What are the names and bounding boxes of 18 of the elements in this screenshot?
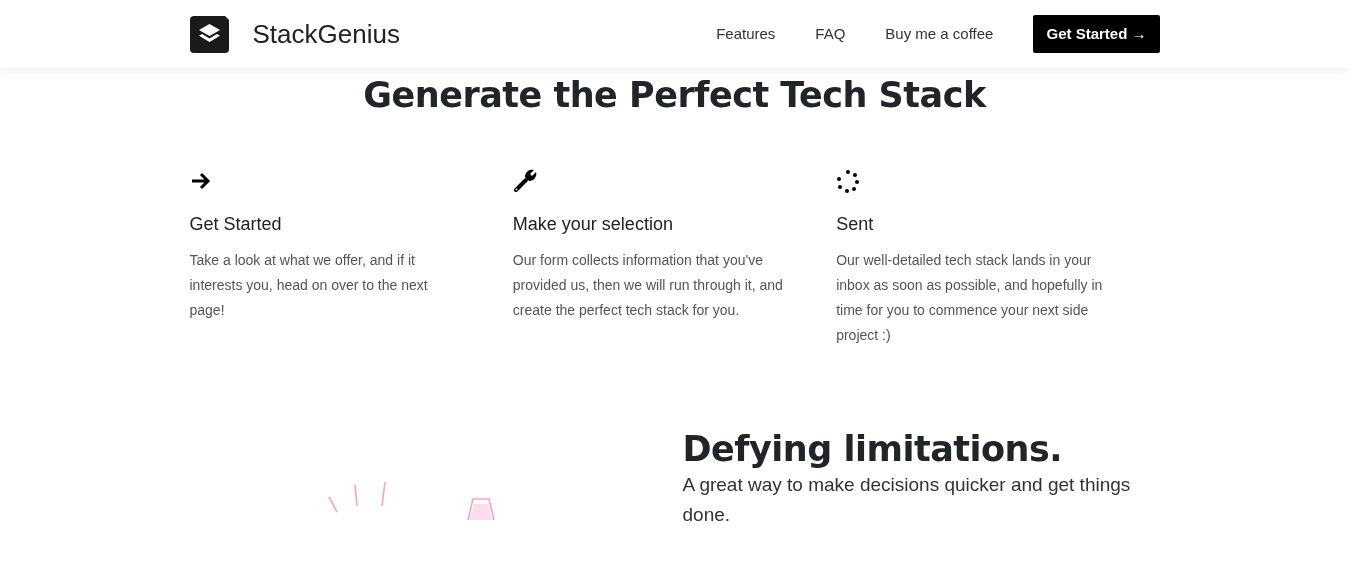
section-subtitle: A great way to make decisions quicker and get things done. [682, 473, 1132, 527]
feature-title: Get Started [189, 213, 283, 236]
feature-title: Make your selection [512, 213, 674, 236]
logo-icon [189, 15, 229, 53]
nav-link[interactable]: Features [716, 22, 776, 46]
feature-description: Take a look at what we offer, and if it interests you, head on over to the next page! [189, 251, 429, 320]
feature-description: Our form collects information that you've provided us, then we will run through it, and create the perfect tech stack for you. [512, 251, 784, 320]
spinner-icon [836, 168, 861, 193]
feature-title: Sent [836, 213, 875, 236]
wrench-icon [512, 168, 538, 194]
nav-link[interactable]: FAQ [815, 22, 846, 46]
arrow-icon [189, 170, 212, 191]
get-started-button[interactable]: Get Started → [1033, 14, 1160, 54]
nav-link[interactable]: Buy me a coffee [885, 22, 994, 46]
brand-name[interactable]: StackGenius [252, 14, 400, 54]
page-heading: Generate the Perfect Tech Stack [362, 74, 988, 116]
section-heading: Defying limitations. [682, 428, 1064, 470]
feature-description: Our well-detailed tech stack lands in your inbox as soon as possible, and hopefully in time for you to commence your next side project :) [836, 251, 1104, 345]
